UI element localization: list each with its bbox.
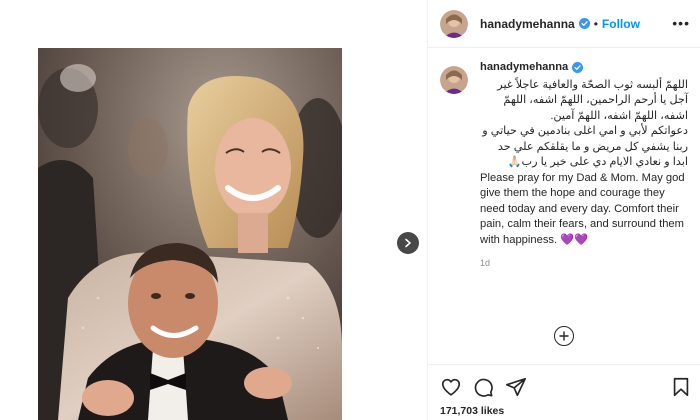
- more-options-icon[interactable]: •••: [672, 15, 690, 31]
- paper-plane-icon: [506, 377, 526, 397]
- save-button[interactable]: [670, 376, 692, 398]
- post-sidebar: hanadymehanna • Follow ••• hanadymehanna…: [428, 0, 700, 420]
- caption-english: Please pray for my Dad & Mom. May god gi…: [480, 171, 688, 249]
- action-bar: 171,703 likes: [428, 364, 700, 420]
- like-button[interactable]: [440, 376, 462, 398]
- next-photo-button[interactable]: [397, 232, 419, 254]
- caption-arabic-2: دعواتكم لأبي و امي اغلى بنادمين في حياتي…: [482, 125, 688, 168]
- avatar-image: [440, 9, 468, 38]
- caption-username[interactable]: hanadymehanna: [480, 60, 568, 76]
- load-more-comments-button[interactable]: [554, 326, 574, 346]
- post-modal: hanadymehanna • Follow ••• hanadymehanna…: [0, 0, 700, 420]
- plus-circle-icon: [559, 331, 569, 341]
- verified-badge-icon: [572, 62, 584, 74]
- bookmark-icon: [673, 377, 689, 397]
- photo-illustration: [38, 48, 342, 420]
- chevron-right-icon: [405, 238, 411, 248]
- media-panel: [0, 0, 428, 420]
- caption-row: hanadymehanna اللهمّ ألبسه ثوب الصحّة وا…: [440, 60, 700, 272]
- caption-text: hanadymehanna اللهمّ ألبسه ثوب الصحّة وا…: [480, 60, 688, 272]
- follow-button[interactable]: Follow: [602, 17, 640, 31]
- share-button[interactable]: [505, 376, 527, 398]
- comment-button[interactable]: [472, 376, 494, 398]
- avatar[interactable]: [440, 9, 468, 38]
- caption-time[interactable]: 1d: [480, 256, 688, 272]
- separator-dot: •: [593, 16, 598, 31]
- post-photo[interactable]: [38, 48, 342, 420]
- caption-arabic-1: اللهمّ ألبسه ثوب الصحّة والعافية عاجلاً …: [497, 78, 688, 122]
- heart-icon: [441, 378, 461, 396]
- comment-icon: [474, 378, 493, 397]
- post-username[interactable]: hanadymehanna: [480, 17, 575, 31]
- post-header: hanadymehanna • Follow •••: [428, 0, 700, 48]
- purple-hearts-emoji: 💜💜: [560, 233, 589, 246]
- avatar-image: [440, 66, 468, 94]
- caption-avatar[interactable]: [440, 66, 468, 94]
- likes-count[interactable]: 171,703 likes: [440, 405, 504, 417]
- verified-badge-icon: [578, 18, 590, 29]
- caption-section: hanadymehanna اللهمّ ألبسه ثوب الصحّة وا…: [428, 60, 700, 340]
